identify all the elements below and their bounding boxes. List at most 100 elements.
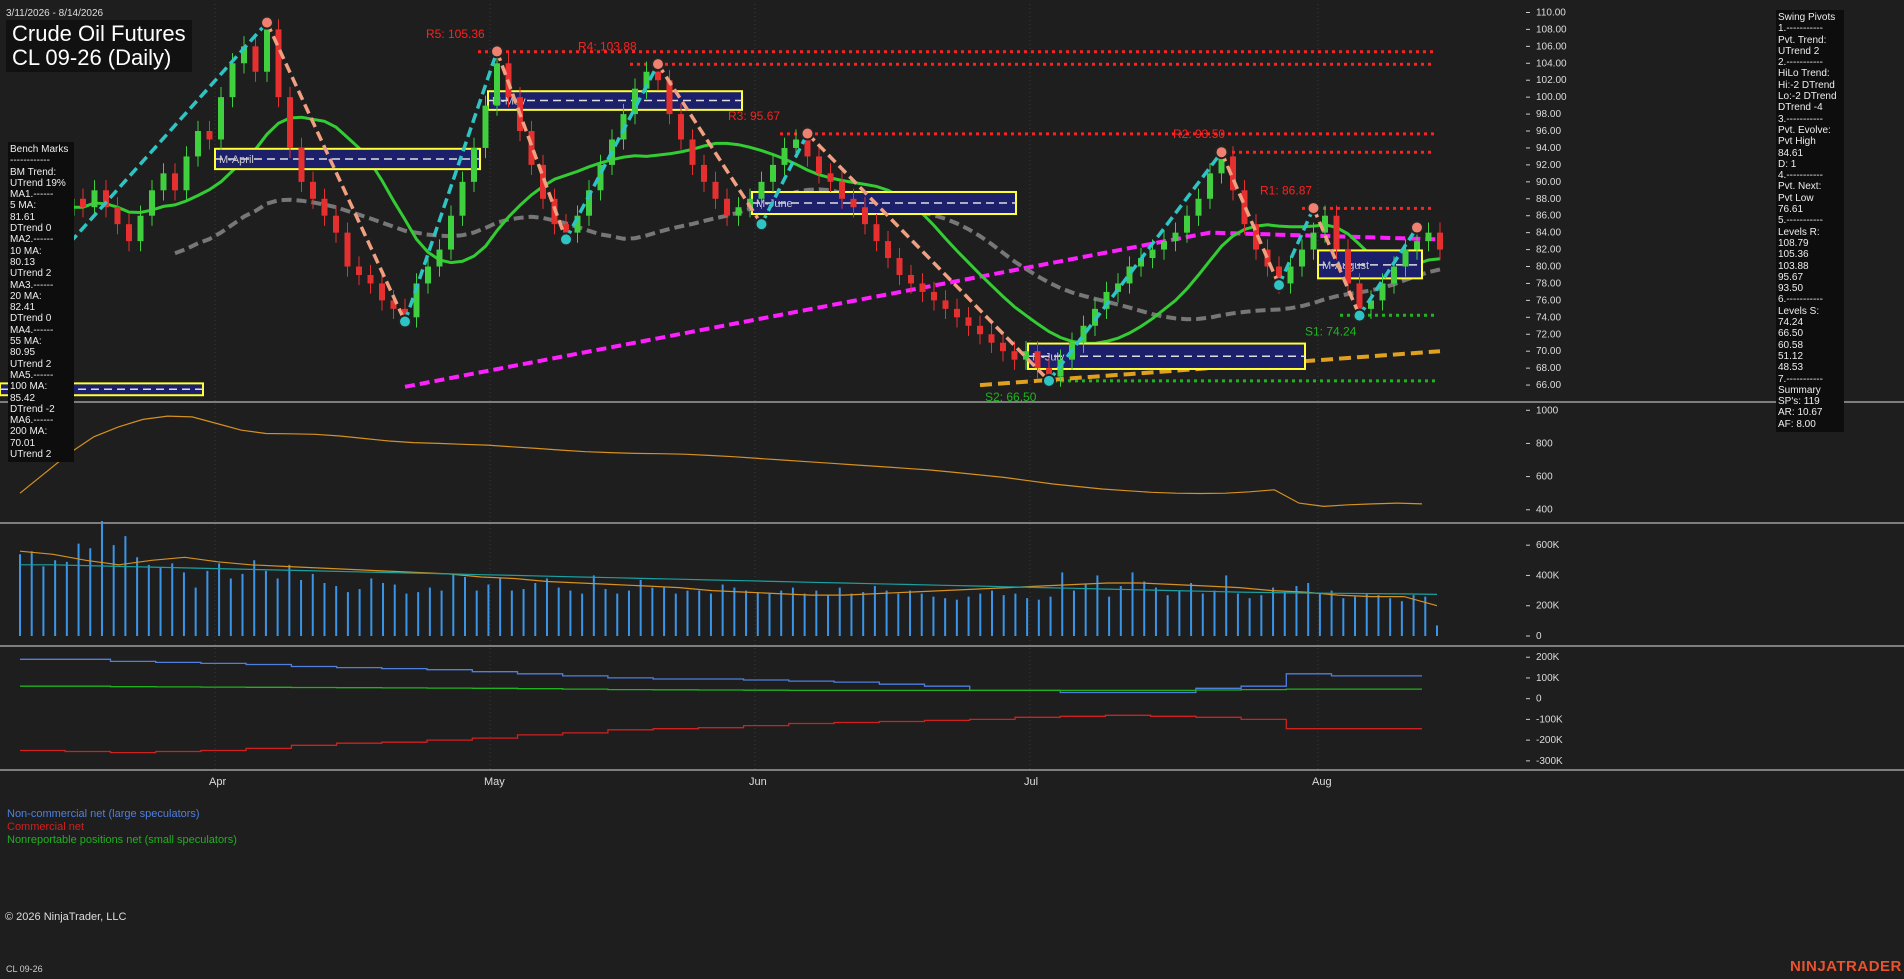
volume-average-line [20,564,1438,595]
osc-tick-label: 400 [1536,505,1553,516]
candle [1172,222,1179,252]
resistance-label: R5: 105.36 [426,27,485,41]
swing-pivot-marker [1306,201,1321,216]
candle [827,163,834,192]
candle-body [126,224,132,242]
candle-body [770,164,776,182]
candle-body [942,300,949,309]
candle [333,205,339,243]
candle [1161,230,1167,260]
candle-body [1184,215,1190,233]
candle [172,163,178,201]
candle-body [919,283,926,292]
candle [781,137,788,176]
candle-body [850,198,857,208]
candle-body [1149,249,1156,259]
candle [1103,281,1110,320]
candle-body [149,190,155,216]
candle [160,163,167,201]
candle-body [344,232,351,267]
candle [298,137,305,192]
candle [586,180,592,226]
month-box: M-May [487,90,743,111]
resistance-label: R1: 86.87 [1260,183,1312,197]
candle-body [1310,232,1317,250]
swing-pivot-marker [559,232,573,247]
candle-body [1414,241,1420,250]
x-tick-label: Apr [209,776,226,788]
volume-tick-label: 600K [1536,540,1560,551]
candle-body [678,114,684,140]
candle [1425,222,1432,252]
swing-pivot-marker [1272,278,1286,293]
cot-series-line [20,714,1422,754]
candle-body [310,181,316,199]
swing-leg [1219,151,1281,286]
candle-body [252,46,259,72]
candle-body [494,63,500,106]
candle [448,205,454,260]
candle [1126,256,1133,294]
swing-pivot-marker [800,126,815,141]
candle [80,188,86,218]
candle-body [965,317,972,326]
candle [988,324,995,353]
candle-body [931,291,937,301]
candle [252,36,259,82]
cot-tick-label: -100K [1536,714,1563,725]
swing-leg [806,132,1051,383]
candle-body [793,139,799,148]
candle [206,120,213,150]
cot-tick-label: 0 [1536,694,1542,705]
candle [1287,256,1294,294]
candle-body [885,241,891,259]
candle [965,307,972,336]
candle-body [114,207,121,225]
candle-body [298,147,305,182]
price-tick-label: 108.00 [1536,24,1567,35]
chart-subtitle: CL 09-26 (Daily) [12,45,172,70]
candle-body [689,139,696,165]
price-tick-label: 86.00 [1536,211,1561,222]
price-tick-label: 78.00 [1536,278,1561,289]
candle-body [321,198,328,216]
candle-body [218,97,224,140]
candle-body [172,173,178,191]
x-tick-label: Jun [749,776,767,788]
candle-body [287,97,293,148]
price-tick-label: 76.00 [1536,295,1561,306]
price-tick-label: 68.00 [1536,363,1561,374]
candle [367,264,374,294]
swing-leg [1277,207,1316,286]
candle [114,197,121,235]
price-tick-label: 80.00 [1536,262,1561,273]
candle-body [1000,342,1006,352]
candle-body [758,181,765,199]
swing-pivots-panel: Swing Pivots 1.----------- Pvt. Trend: U… [1776,10,1844,432]
price-tick-label: 96.00 [1536,126,1561,137]
candle [1299,239,1305,277]
footer-symbol: CL 09-26 [6,964,43,974]
cot-tick-label: -300K [1536,756,1563,767]
candle-body [1425,232,1432,242]
candle-body [448,215,454,250]
candle-body [1345,249,1351,284]
swing-pivot-marker [651,57,665,72]
candle-body [563,224,569,233]
price-tick-label: 110.00 [1536,7,1566,18]
candle-body [701,164,707,182]
candle [942,290,949,320]
chart-title-box: Crude Oil Futures CL 09-26 (Daily) [6,20,192,72]
candle-body [80,198,86,208]
candle-body [804,139,811,157]
candle [954,298,960,328]
price-tick-label: 72.00 [1536,329,1561,340]
x-tick-label: Aug [1312,776,1332,788]
support-label: S1: 74.24 [1305,324,1357,338]
candle [126,214,132,252]
candle-body [1011,351,1018,360]
candle-body [459,181,466,216]
candle-body [1195,198,1202,216]
osc-tick-label: 600 [1536,472,1553,483]
candle [712,171,719,209]
